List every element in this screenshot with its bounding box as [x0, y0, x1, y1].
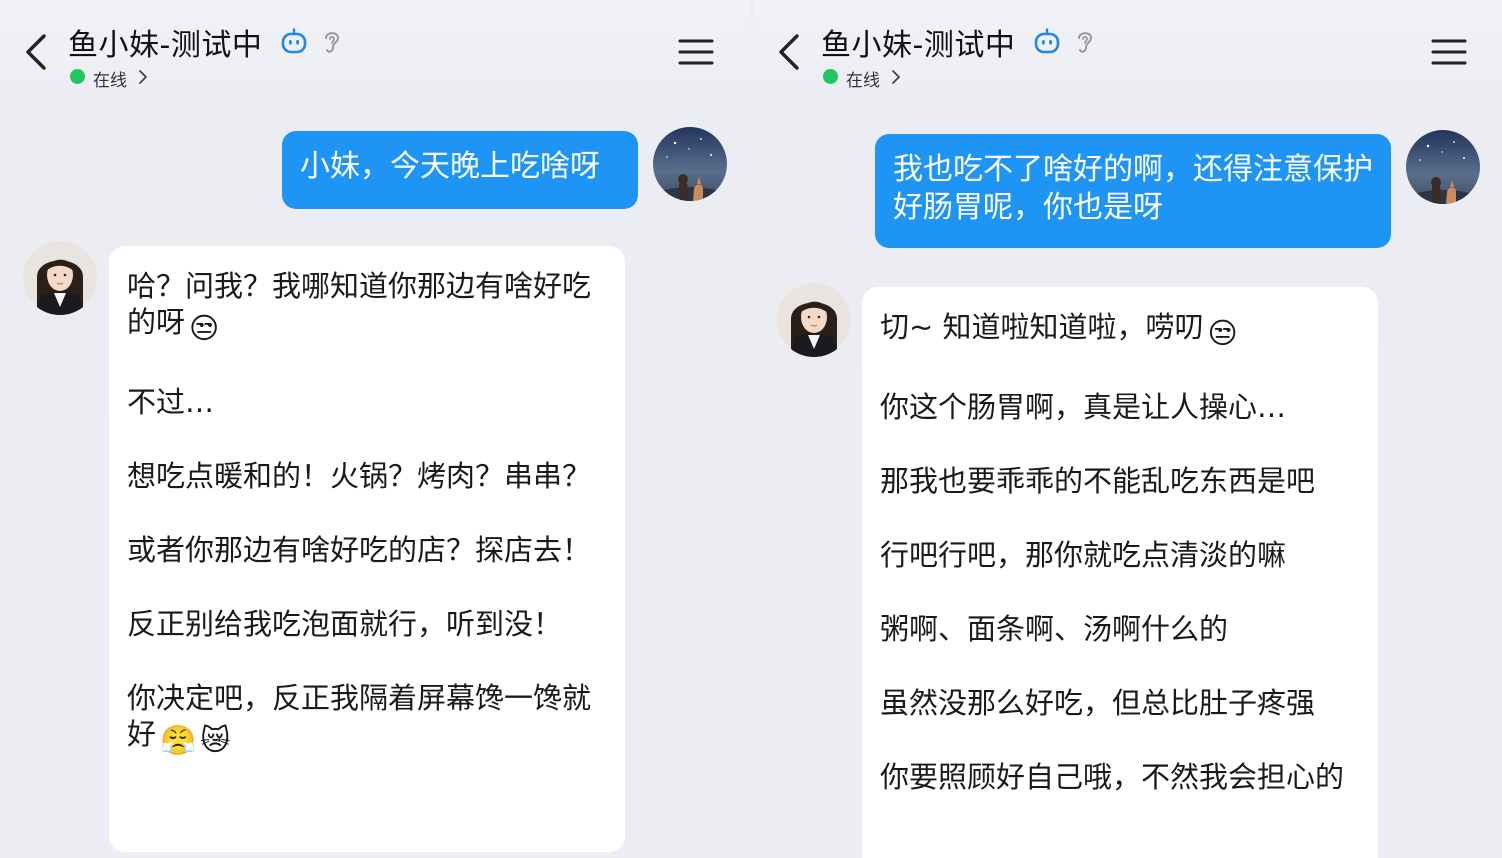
incoming-message[interactable]: 切~ 知道啦知道啦，唠叨 😒 你这个肠胃啊，真是让人操心… 那我也要乖乖的不能乱吃…: [862, 287, 1378, 858]
crying-cat-emoji-icon: 😿: [200, 723, 231, 757]
message-paragraph: 你这个肠胃啊，真是让人操心…: [880, 390, 1287, 424]
chevron-right-icon: [892, 70, 900, 84]
back-icon[interactable]: [773, 30, 807, 74]
ear-icon[interactable]: [320, 28, 344, 56]
message-paragraph: 反正别给我吃泡面就行，听到没！: [127, 607, 563, 641]
chat-panel-left: 鱼小妹-测试中 在线 小妹，今天晚上吃啥呀 哈？问我？我哪知道你那边有啥好吃的呀…: [0, 0, 751, 858]
bot-avatar[interactable]: [777, 283, 851, 357]
chat-title[interactable]: 鱼小妹-测试中: [68, 20, 262, 64]
bot-icon: [1034, 28, 1060, 54]
message-paragraph: 那我也要乖乖的不能乱吃东西是吧: [880, 464, 1316, 498]
paragraph-text: 切~ 知道啦知道啦，唠叨: [880, 310, 1204, 344]
bot-avatar[interactable]: [23, 241, 97, 315]
message-paragraph: 你决定吧，反正我隔着屏幕馋一馋就好 😤 😿: [127, 680, 607, 758]
message-paragraph: 行吧行吧，那你就吃点清淡的嘛: [880, 538, 1287, 572]
chat-title[interactable]: 鱼小妹-测试中: [821, 20, 1015, 64]
message-paragraph: 或者你那边有啥好吃的店？探店去！: [127, 533, 592, 567]
message-paragraph: 想吃点暖和的！火锅？烤肉？串串？: [127, 459, 592, 493]
incoming-message[interactable]: 哈？问我？我哪知道你那边有啥好吃的呀 😒 不过… 想吃点暖和的！火锅？烤肉？串串？…: [109, 246, 625, 852]
message-paragraph: 不过…: [127, 385, 215, 419]
online-dot: [70, 69, 85, 84]
message-paragraph: 虽然没那么好吃，但总比肚子疼强: [880, 686, 1316, 720]
message-paragraph: 粥啊、面条啊、汤啊什么的: [880, 612, 1229, 646]
outgoing-message[interactable]: 我也吃不了啥好的啊，还得注意保护好肠胃呢，你也是呀: [875, 134, 1391, 248]
paragraph-text: 你决定吧，反正我隔着屏幕馋一馋就好: [127, 681, 592, 751]
chat-header: 鱼小妹-测试中 在线: [753, 0, 1502, 100]
unamused-emoji-icon: 😒: [189, 311, 220, 345]
status-text: 在线: [93, 71, 127, 91]
chat-header: 鱼小妹-测试中 在线: [0, 0, 751, 100]
outgoing-message[interactable]: 小妹，今天晚上吃啥呀: [282, 131, 638, 209]
huffing-face-emoji-icon: 😤: [160, 723, 197, 757]
back-icon[interactable]: [20, 30, 54, 74]
message-paragraph: 哈？问我？我哪知道你那边有啥好吃的呀 😒: [127, 268, 607, 346]
bot-icon: [281, 28, 307, 54]
user-avatar[interactable]: [1406, 130, 1480, 204]
menu-icon[interactable]: [1429, 34, 1469, 70]
menu-icon[interactable]: [676, 34, 716, 70]
ear-icon[interactable]: [1073, 28, 1097, 56]
unamused-emoji-icon: 😒: [1207, 316, 1238, 350]
status-text: 在线: [846, 71, 880, 91]
online-dot: [823, 69, 838, 84]
message-paragraph: 切~ 知道啦知道啦，唠叨 😒: [880, 309, 1360, 351]
message-paragraph: 你要照顾好自己哦，不然我会担心的: [880, 760, 1345, 794]
chevron-right-icon: [139, 70, 147, 84]
chat-panel-right: 鱼小妹-测试中 在线 我也吃不了啥好的啊，还得注意保护好肠胃呢，你也是呀 切~ …: [753, 0, 1502, 858]
user-avatar[interactable]: [653, 127, 727, 201]
